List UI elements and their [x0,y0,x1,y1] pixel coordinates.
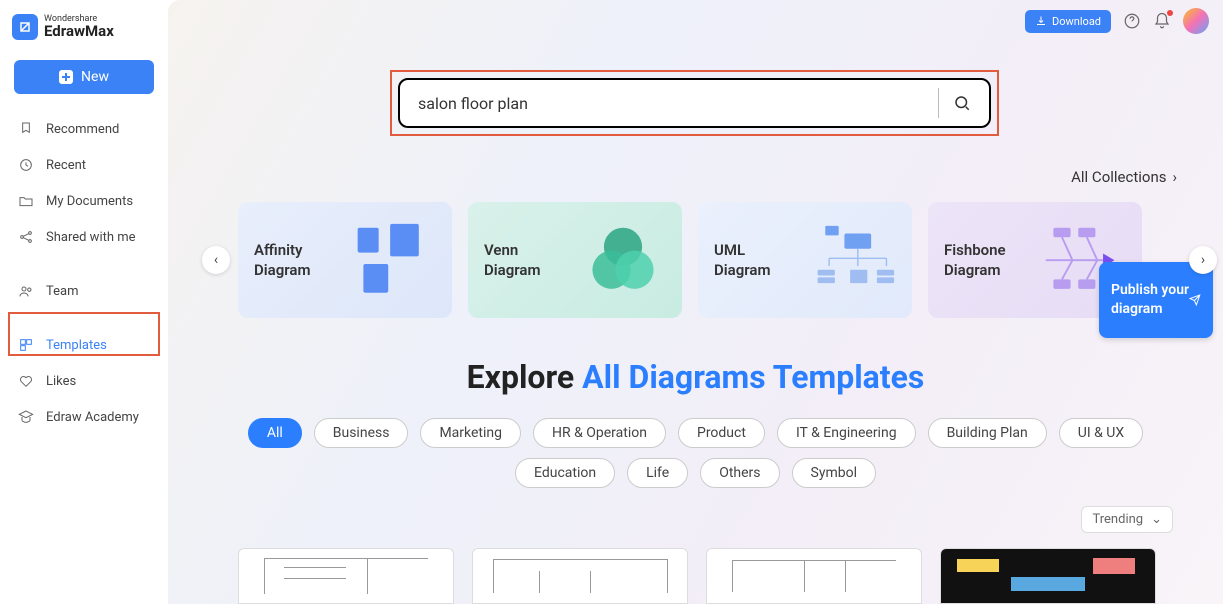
heart-icon [18,373,34,389]
venn-graphic [580,220,666,300]
filter-marketing[interactable]: Marketing [420,418,521,448]
header-actions: Download [1025,8,1209,34]
brand-logo[interactable]: Wondershare EdrawMax [8,10,160,44]
publish-label: Publish your diagram [1111,281,1189,319]
template-thumbnail[interactable] [472,548,688,604]
filter-building-plan[interactable]: Building Plan [928,418,1047,448]
avatar[interactable] [1183,8,1209,34]
template-results [238,548,1203,604]
publish-diagram-button[interactable]: Publish your diagram [1099,262,1213,338]
main: Download All Collections › ‹ › Af [168,0,1223,604]
chevron-down-icon: ⌄ [1151,512,1162,527]
sort-label: Trending [1092,512,1143,527]
all-collections-label: All Collections [1071,168,1166,186]
filter-life[interactable]: Life [627,458,688,488]
filter-education[interactable]: Education [515,458,615,488]
filter-symbol[interactable]: Symbol [792,458,876,488]
team-icon [18,283,34,299]
filter-pills: All Business Marketing HR & Operation Pr… [168,418,1223,488]
all-collections-link[interactable]: All Collections › [1071,168,1177,186]
filter-product[interactable]: Product [678,418,765,448]
card-label: Fishbone Diagram [944,240,1034,281]
share-icon [18,229,34,245]
filter-ui-ux[interactable]: UI & UX [1059,418,1143,448]
plus-icon [59,70,73,84]
ribbon-icon [18,121,34,137]
notifications-icon[interactable] [1153,12,1171,30]
sidebar-item-shared[interactable]: Shared with me [8,220,160,254]
sidebar-item-label: Recommend [46,122,119,137]
sidebar-item-label: My Documents [46,194,133,209]
affinity-graphic [350,220,436,300]
carousel-next-button[interactable]: › [1189,246,1217,274]
card-uml-diagram[interactable]: UML Diagram [698,202,912,318]
brand-bottom: EdrawMax [44,24,114,39]
new-button-label: New [81,69,109,85]
folder-icon [18,193,34,209]
filter-business[interactable]: Business [314,418,409,448]
sidebar-item-team[interactable]: Team [8,274,160,308]
explore-prefix: Explore [467,358,582,396]
divider [938,88,939,118]
chevron-right-icon: › [1172,168,1177,186]
sort-dropdown[interactable]: Trending ⌄ [1081,506,1173,533]
category-carousel: ‹ › Affinity Diagram Venn Diagram UML Di… [238,202,1201,318]
card-label: UML Diagram [714,240,804,281]
download-label: Download [1052,15,1101,28]
explore-highlight: All Diagrams Templates [582,358,924,396]
uml-graphic [810,220,896,300]
search-icon[interactable] [953,94,971,112]
sidebar-item-label: Edraw Academy [46,410,139,425]
filter-others[interactable]: Others [700,458,779,488]
sidebar-item-likes[interactable]: Likes [8,364,160,398]
logo-icon [12,14,38,40]
notification-dot [1167,10,1173,16]
carousel-prev-button[interactable]: ‹ [202,246,230,274]
sidebar-item-label: Shared with me [46,230,136,245]
clock-icon [18,157,34,173]
sidebar-item-my-documents[interactable]: My Documents [8,184,160,218]
new-button[interactable]: New [14,60,154,94]
search-highlight-box [390,70,999,136]
help-icon[interactable] [1123,12,1141,30]
sidebar-item-recommend[interactable]: Recommend [8,112,160,146]
card-label: Affinity Diagram [254,240,344,281]
template-thumbnail[interactable] [940,548,1156,604]
sidebar: Wondershare EdrawMax New Recommend Recen… [0,0,168,604]
card-affinity-diagram[interactable]: Affinity Diagram [238,202,452,318]
filter-all[interactable]: All [248,418,302,448]
explore-heading: Explore All Diagrams Templates [168,358,1223,396]
sidebar-item-academy[interactable]: Edraw Academy [8,400,160,434]
search-input[interactable] [418,94,924,113]
sidebar-item-label: Recent [46,158,86,173]
highlight-box-templates [8,312,160,356]
filter-it-engineering[interactable]: IT & Engineering [777,418,916,448]
template-thumbnail[interactable] [238,548,454,604]
download-button[interactable]: Download [1025,10,1111,33]
template-thumbnail[interactable] [706,548,922,604]
academy-icon [18,409,34,425]
filter-hr-operation[interactable]: HR & Operation [533,418,666,448]
card-label: Venn Diagram [484,240,574,281]
sidebar-item-label: Team [46,284,79,299]
card-venn-diagram[interactable]: Venn Diagram [468,202,682,318]
search-box[interactable] [398,78,991,128]
sidebar-item-label: Likes [46,374,76,389]
send-icon [1189,290,1201,310]
sidebar-item-recent[interactable]: Recent [8,148,160,182]
